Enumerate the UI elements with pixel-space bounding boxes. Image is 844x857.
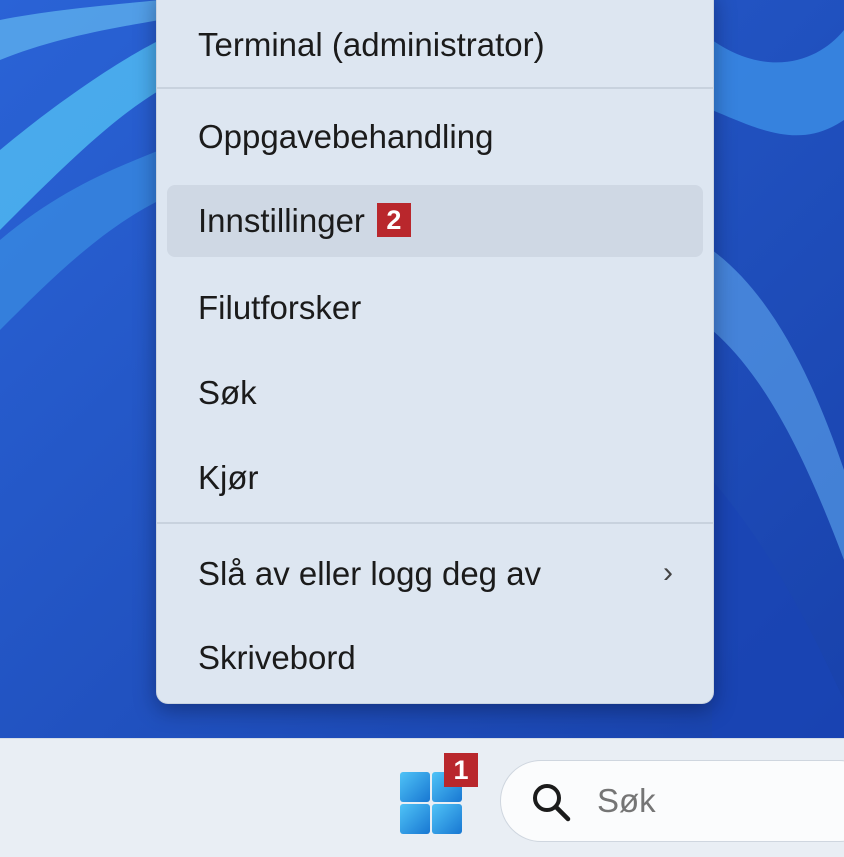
step-badge-2: 2	[376, 203, 411, 238]
search-icon	[533, 784, 571, 822]
menu-item-run[interactable]: Kjør	[167, 442, 703, 514]
menu-separator	[157, 87, 713, 89]
menu-item-label: Kjør	[198, 459, 259, 496]
menu-item-label: Terminal (administrator)	[198, 26, 545, 63]
menu-item-search[interactable]: Søk	[167, 357, 703, 429]
menu-item-label: Filutforsker	[198, 289, 362, 326]
menu-item-label: Innstillinger	[198, 202, 365, 239]
context-menu: Terminal (administrator) Oppgavebehandli…	[156, 0, 714, 704]
step-badge-1: 1	[444, 753, 478, 787]
menu-item-file-explorer[interactable]: Filutforsker	[167, 272, 703, 344]
menu-item-label: Slå av eller logg deg av	[198, 555, 542, 592]
search-input[interactable]	[597, 761, 797, 841]
chevron-right-icon: ›	[663, 556, 673, 589]
menu-item-label: Søk	[198, 374, 257, 411]
menu-item-shutdown-signout[interactable]: Slå av eller logg deg av ›	[167, 538, 703, 610]
taskbar-search[interactable]	[500, 760, 844, 842]
menu-item-desktop[interactable]: Skrivebord	[167, 622, 703, 694]
menu-separator	[157, 522, 713, 524]
menu-item-terminal-admin[interactable]: Terminal (administrator)	[167, 9, 703, 81]
menu-item-settings[interactable]: Innstillinger 2	[167, 185, 703, 257]
menu-item-label: Skrivebord	[198, 639, 356, 676]
menu-item-label: Oppgavebehandling	[198, 118, 494, 155]
taskbar: 1	[0, 738, 844, 857]
menu-item-task-manager[interactable]: Oppgavebehandling	[167, 101, 703, 173]
